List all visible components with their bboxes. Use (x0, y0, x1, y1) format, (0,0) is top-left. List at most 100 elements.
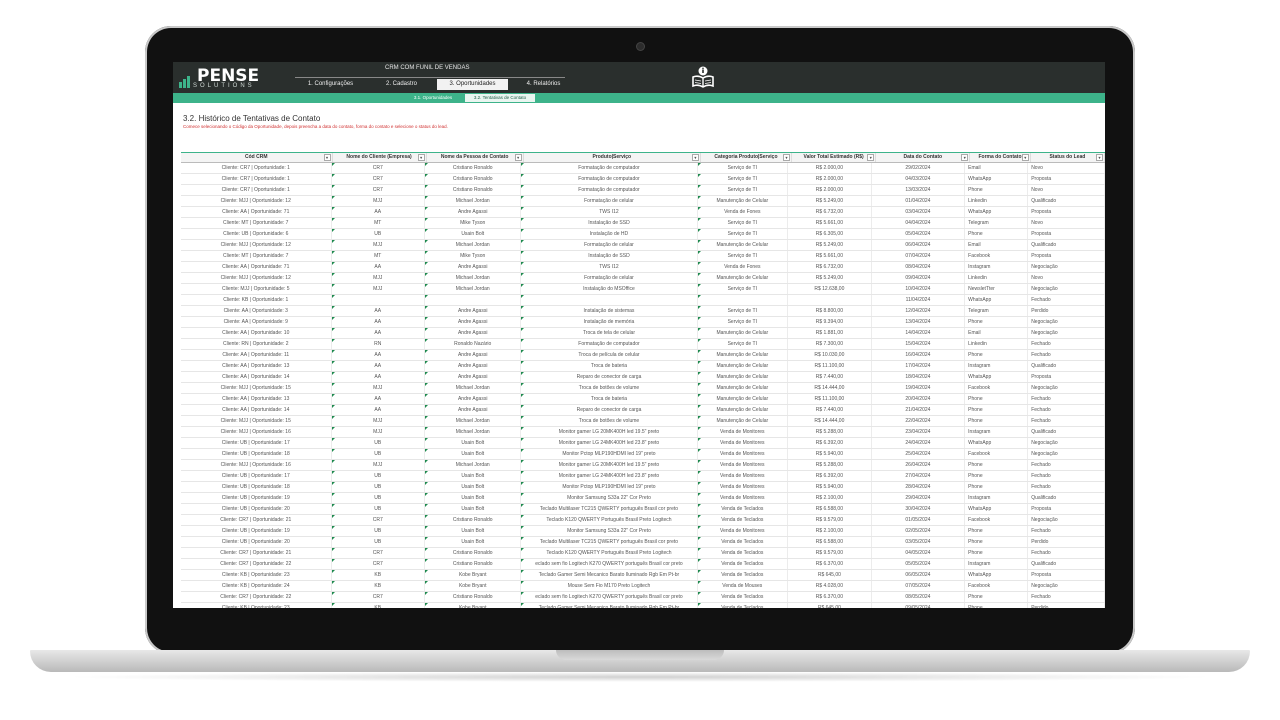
cell-cod-crm[interactable]: Cliente: AA | Oportunidade: 3 (181, 306, 332, 316)
cell-produto[interactable]: Teclado Gamer Semi Mecanico Barato Ilumi… (521, 570, 698, 580)
cell-status[interactable]: Proposta (1028, 229, 1105, 239)
cell-categoria[interactable]: Venda de Monitores (697, 438, 789, 448)
cell-pessoa[interactable]: Michael Jordan (425, 196, 522, 206)
cell-pessoa[interactable]: Cristiano Ronaldo (425, 185, 522, 195)
cell-categoria[interactable]: Manutenção de Celular (697, 196, 789, 206)
cell-produto[interactable]: eclado sem fio Logitech K270 QWERTY port… (521, 592, 698, 602)
cell-cod-crm[interactable]: Cliente: MJJ | Oportunidade: 12 (181, 196, 332, 206)
cell-cliente[interactable]: CR7 (331, 559, 425, 569)
cell-status[interactable]: Negociação (1028, 328, 1105, 338)
cell-pessoa[interactable]: Michael Jordan (425, 273, 522, 283)
cell-data[interactable]: 10/04/2024 (872, 284, 966, 294)
cell-cod-crm[interactable]: Cliente: MJJ | Oportunidade: 16 (181, 460, 332, 470)
cell-produto[interactable]: Instalação de memória (521, 317, 698, 327)
cell-cod-crm[interactable]: Cliente: CR7 | Oportunidade: 1 (181, 174, 332, 184)
cell-cliente[interactable]: CR7 (331, 163, 425, 173)
table-row[interactable]: Cliente: MJJ | Oportunidade: 16 MJJ Michae… (181, 460, 1105, 471)
cell-cliente[interactable]: MJJ (331, 460, 425, 470)
cell-status[interactable]: Qualificado (1028, 493, 1105, 503)
cell-status[interactable]: Fechado (1028, 350, 1105, 360)
cell-pessoa[interactable]: Usain Bolt (425, 504, 522, 514)
cell-valor[interactable]: R$ 9.579,00 (788, 548, 872, 558)
table-row[interactable]: Cliente: UB | Oportunidade: 18 UB Usain Bo… (181, 449, 1105, 460)
table-row[interactable]: Cliente: MJJ | Oportunidade: 15 MJJ Michae… (181, 416, 1105, 427)
cell-cliente[interactable] (331, 295, 425, 305)
table-row[interactable]: Cliente: MJJ | Oportunidade: 12 MJJ Michae… (181, 240, 1105, 251)
cell-status[interactable]: Fechado (1028, 394, 1105, 404)
cell-data[interactable]: 04/05/2024 (872, 548, 966, 558)
cell-cod-crm[interactable]: Cliente: CR7 | Oportunidade: 1 (181, 185, 332, 195)
cell-forma[interactable]: Telegram (965, 218, 1029, 228)
cell-cliente[interactable]: MJJ (331, 196, 425, 206)
cell-forma[interactable]: WhatsApp (965, 372, 1029, 382)
cell-data[interactable]: 13/03/2024 (872, 185, 966, 195)
cell-status[interactable]: Fechado (1028, 416, 1105, 426)
cell-data[interactable]: 22/04/2024 (872, 416, 966, 426)
cell-data[interactable]: 11/04/2024 (872, 295, 966, 305)
book-info-icon[interactable] (691, 65, 715, 89)
cell-valor[interactable]: R$ 8.800,00 (788, 306, 872, 316)
dropdown-filter-icon[interactable]: ▾ (1096, 154, 1103, 161)
cell-produto[interactable]: Troca de bateria (521, 361, 698, 371)
cell-cliente[interactable]: MJJ (331, 383, 425, 393)
cell-pessoa[interactable]: Mike Tyson (425, 251, 522, 261)
cell-cod-crm[interactable]: Cliente: AA | Oportunidade: 9 (181, 317, 332, 327)
table-row[interactable]: Cliente: CR7 | Oportunidade: 1 CR7 Cristia… (181, 185, 1105, 196)
cell-categoria[interactable]: Serviço de TI (697, 251, 789, 261)
cell-valor[interactable]: R$ 11.100,00 (788, 394, 872, 404)
cell-cliente[interactable]: UB (331, 493, 425, 503)
cell-cliente[interactable]: MJJ (331, 240, 425, 250)
cell-categoria[interactable]: Venda de Teclados (697, 603, 789, 608)
cell-cliente[interactable]: RN (331, 339, 425, 349)
cell-valor[interactable]: R$ 6.392,00 (788, 471, 872, 481)
cell-cliente[interactable]: KB (331, 570, 425, 580)
cell-status[interactable]: Perdido (1028, 306, 1105, 316)
cell-data[interactable]: 04/03/2024 (872, 174, 966, 184)
cell-data[interactable]: 14/04/2024 (872, 328, 966, 338)
cell-status[interactable]: Proposta (1028, 504, 1105, 514)
cell-cliente[interactable]: MT (331, 251, 425, 261)
cell-cliente[interactable]: AA (331, 361, 425, 371)
cell-valor[interactable]: R$ 5.661,00 (788, 251, 872, 261)
table-row[interactable]: Cliente: AA | Oportunidade: 13 AA Andre Ag… (181, 361, 1105, 372)
cell-valor[interactable]: R$ 6.370,00 (788, 592, 872, 602)
cell-status[interactable]: Qualificado (1028, 196, 1105, 206)
table-row[interactable]: Cliente: MJJ | Oportunidade: 12 MJJ Michae… (181, 196, 1105, 207)
tab-cadastro[interactable]: 2. Cadastro (366, 79, 437, 90)
cell-categoria[interactable]: Manutenção de Celular (697, 405, 789, 415)
cell-cod-crm[interactable]: Cliente: UB | Oportunidade: 19 (181, 526, 332, 536)
cell-pessoa[interactable]: Michael Jordan (425, 460, 522, 470)
cell-cliente[interactable]: CR7 (331, 548, 425, 558)
cell-produto[interactable]: Troca de botões de volume (521, 416, 698, 426)
cell-valor[interactable]: R$ 2.100,00 (788, 526, 872, 536)
cell-categoria[interactable]: Venda de Fones (697, 262, 789, 272)
dropdown-filter-icon[interactable]: ▾ (691, 154, 699, 161)
table-row[interactable]: Cliente: CR7 | Oportunidade: 21 CR7 Cristi… (181, 548, 1105, 559)
cell-produto[interactable]: Monitor Samsung S33a 22" Cor Preto (521, 526, 698, 536)
cell-cod-crm[interactable]: Cliente: MJJ | Oportunidade: 15 (181, 383, 332, 393)
cell-categoria[interactable]: Manutenção de Celular (697, 361, 789, 371)
cell-cliente[interactable]: KB (331, 603, 425, 608)
cell-categoria[interactable] (697, 295, 789, 305)
table-row[interactable]: Cliente: RN | Oportunidade: 2 RN Ronaldo N… (181, 339, 1105, 350)
cell-pessoa[interactable]: Andre Agassi (425, 405, 522, 415)
cell-valor[interactable]: R$ 5.940,00 (788, 482, 872, 492)
cell-pessoa[interactable]: Usain Bolt (425, 229, 522, 239)
table-row[interactable]: Cliente: AA | Oportunidade: 11 AA Andre Ag… (181, 350, 1105, 361)
cell-cod-crm[interactable]: Cliente: RN | Oportunidade: 2 (181, 339, 332, 349)
cell-categoria[interactable]: Serviço de TI (697, 163, 789, 173)
table-row[interactable]: Cliente: MJJ | Oportunidade: 15 MJJ Michae… (181, 383, 1105, 394)
table-row[interactable]: Cliente: AA | Oportunidade: 71 AA Andre Ag… (181, 207, 1105, 218)
cell-valor[interactable]: R$ 7.440,00 (788, 372, 872, 382)
cell-forma[interactable]: Phone (965, 526, 1029, 536)
cell-data[interactable]: 18/04/2024 (872, 372, 966, 382)
cell-data[interactable]: 13/04/2024 (872, 317, 966, 327)
cell-pessoa[interactable]: Usain Bolt (425, 493, 522, 503)
cell-pessoa[interactable]: Mike Tyson (425, 218, 522, 228)
cell-data[interactable]: 16/04/2024 (872, 350, 966, 360)
cell-valor[interactable]: R$ 2.000,00 (788, 163, 872, 173)
dropdown-filter-icon[interactable]: ▾ (783, 154, 791, 161)
cell-status[interactable]: Qualificado (1028, 361, 1105, 371)
cell-data[interactable]: 08/05/2024 (872, 592, 966, 602)
cell-cod-crm[interactable]: Cliente: AA | Oportunidade: 11 (181, 350, 332, 360)
